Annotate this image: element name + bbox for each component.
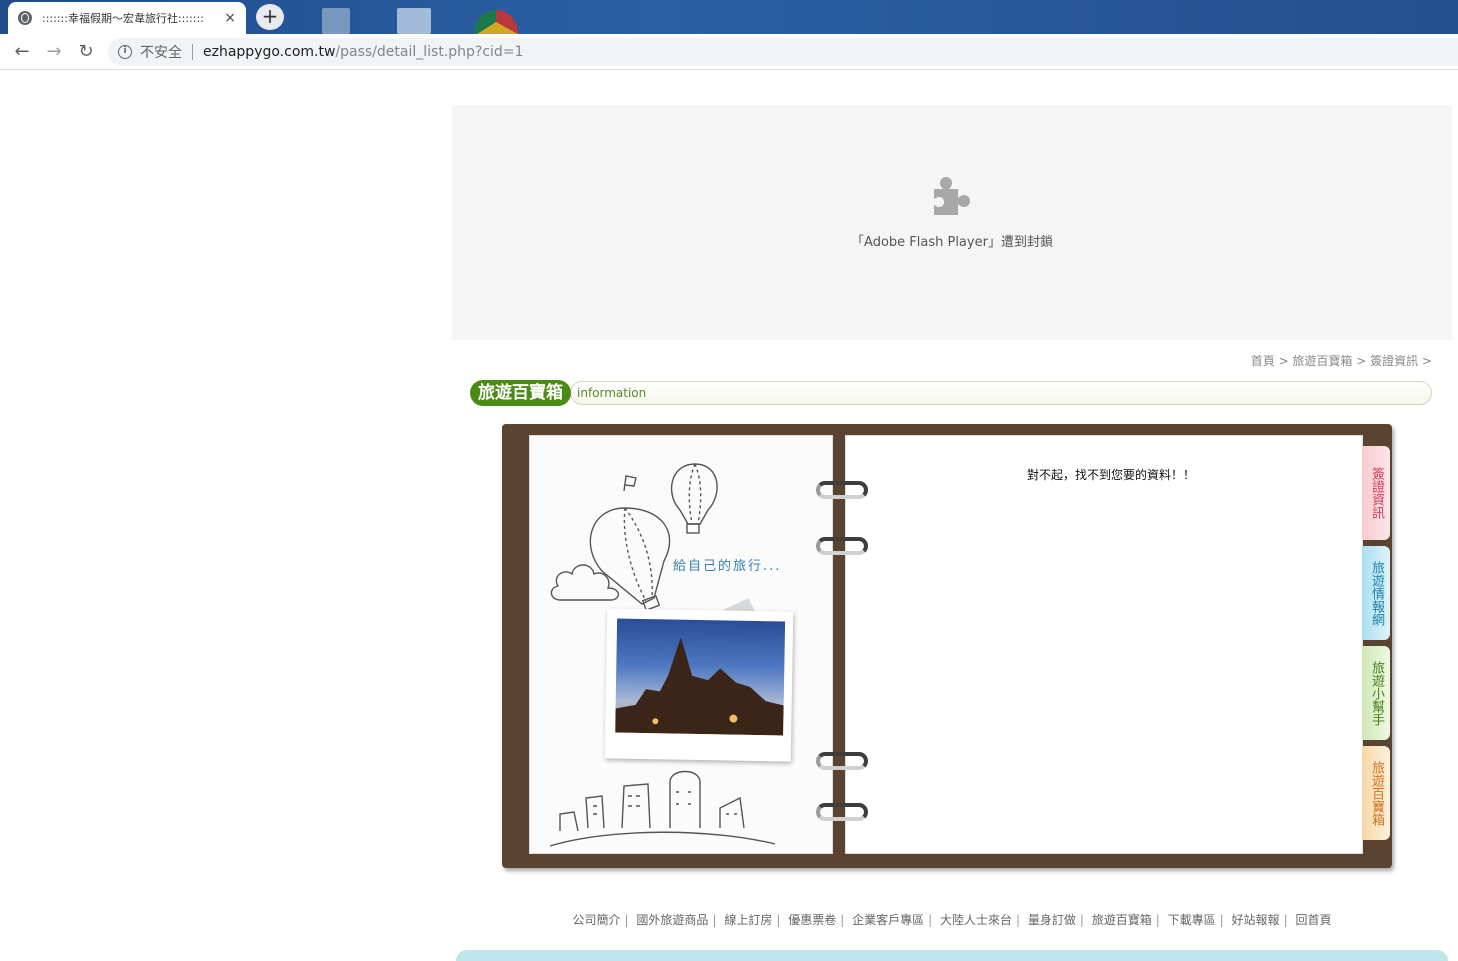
footer-divider: | bbox=[928, 913, 933, 927]
browser-toolbar: ← → ↻ i 不安全 ezhappygo.com.tw /pass/detai… bbox=[0, 34, 1458, 70]
footer-divider: | bbox=[1283, 913, 1288, 927]
browser-tab[interactable]: :::::::幸福假期～宏韋旅行社::::::: × bbox=[8, 2, 246, 34]
footer-nav: 公司簡介 | 國外旅遊商品 | 線上訂房 | 優惠票卷 | 企業客戶專區 | 大陸人士來台… bbox=[440, 911, 1458, 928]
tab-travel-toolbox[interactable]: 旅遊百寶箱 bbox=[1362, 746, 1390, 840]
url-host[interactable]: ezhappygo.com.tw bbox=[203, 44, 335, 60]
binder-ring bbox=[816, 537, 868, 555]
footer-divider: | bbox=[776, 913, 781, 927]
back-button[interactable]: ← bbox=[10, 40, 34, 64]
church-photo-image bbox=[615, 618, 786, 736]
address-bar[interactable]: i 不安全 ezhappygo.com.tw /pass/detail_list… bbox=[108, 38, 1458, 66]
breadcrumb[interactable]: 首頁 > 旅遊百寶箱 > 簽證資訊 > bbox=[1000, 352, 1432, 369]
forward-button[interactable]: → bbox=[42, 40, 66, 64]
globe-icon bbox=[18, 11, 32, 25]
footer-divider: | bbox=[1016, 913, 1021, 927]
tab-travel-news[interactable]: 旅遊情報網 bbox=[1362, 546, 1390, 640]
footer-link-overseas-tours[interactable]: 國外旅遊商品 bbox=[636, 913, 708, 927]
section-subtitle: information bbox=[577, 386, 647, 400]
footer-link-home[interactable]: 回首頁 bbox=[1295, 913, 1331, 927]
new-tab-button[interactable]: + bbox=[256, 4, 284, 30]
footer-divider: | bbox=[1219, 913, 1224, 927]
address-divider bbox=[192, 44, 193, 60]
not-found-message: 對不起，找不到您要的資料！！ bbox=[1026, 468, 1195, 482]
journey-caption: 給自己的旅行... bbox=[673, 559, 782, 574]
flash-placeholder[interactable]: 「Adobe Flash Player」遭到封鎖 bbox=[452, 105, 1452, 340]
tab-visa-info[interactable]: 簽證資訊 bbox=[1362, 446, 1390, 540]
footer-divider: | bbox=[624, 913, 629, 927]
binder-ring bbox=[816, 481, 868, 499]
info-icon[interactable]: i bbox=[118, 45, 132, 59]
footer-link-toolbox[interactable]: 旅遊百寶箱 bbox=[1092, 913, 1152, 927]
footer-link-hotel-booking[interactable]: 線上訂房 bbox=[724, 913, 772, 927]
window-thumbnail bbox=[322, 8, 350, 34]
notebook-right-page: 對不起，找不到您要的資料！！ bbox=[845, 435, 1363, 854]
footer-strip bbox=[456, 950, 1448, 961]
footer-link-downloads[interactable]: 下載專區 bbox=[1168, 913, 1216, 927]
section-header: information 旅遊百寶箱 bbox=[470, 380, 1432, 406]
tab-title: :::::::幸福假期～宏韋旅行社::::::: bbox=[42, 12, 204, 25]
section-title: 旅遊百寶箱 bbox=[470, 380, 571, 406]
flash-blocked-message: 「Adobe Flash Player」遭到封鎖 bbox=[851, 235, 1053, 250]
chrome-logo-icon bbox=[474, 10, 518, 34]
footer-link-discount-tickets[interactable]: 優惠票卷 bbox=[788, 913, 836, 927]
section-subtitle-bar: information bbox=[570, 381, 1432, 405]
footer-divider: | bbox=[840, 913, 845, 927]
binder-ring bbox=[816, 803, 868, 821]
reload-button[interactable]: ↻ bbox=[74, 40, 98, 64]
footer-divider: | bbox=[1155, 913, 1160, 927]
binder-ring bbox=[816, 752, 868, 770]
footer-link-mainland-visitors[interactable]: 大陸人士來台 bbox=[940, 913, 1012, 927]
window-thumbnail bbox=[397, 8, 431, 34]
footer-divider: | bbox=[1079, 913, 1084, 927]
footer-divider: | bbox=[712, 913, 717, 927]
insecure-label[interactable]: 不安全 bbox=[140, 42, 182, 62]
footer-link-site-picks[interactable]: 好站報報 bbox=[1232, 913, 1280, 927]
church-photo bbox=[604, 608, 794, 762]
footer-link-corporate[interactable]: 企業客戶專區 bbox=[852, 913, 924, 927]
church-silhouette bbox=[615, 637, 784, 736]
close-icon[interactable]: × bbox=[224, 10, 236, 26]
url-path[interactable]: /pass/detail_list.php?cid=1 bbox=[335, 44, 523, 60]
tab-travel-helper[interactable]: 旅遊小幫手 bbox=[1362, 646, 1390, 740]
footer-link-custom-tours[interactable]: 量身訂做 bbox=[1028, 913, 1076, 927]
footer-link-about[interactable]: 公司簡介 bbox=[573, 913, 621, 927]
puzzle-icon bbox=[934, 177, 970, 215]
tab-strip: :::::::幸福假期～宏韋旅行社::::::: × + bbox=[0, 0, 1458, 34]
